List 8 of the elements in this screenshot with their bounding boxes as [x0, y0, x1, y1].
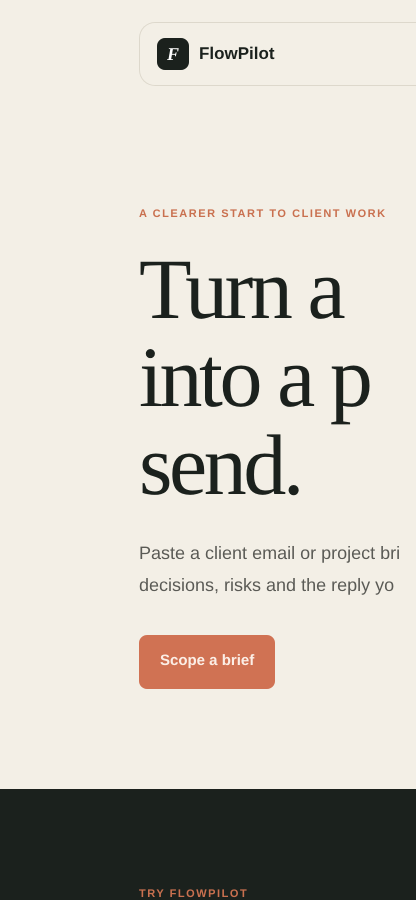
hero-description-line: Paste a client email or project bri — [139, 542, 400, 565]
eyebrow-text: A CLEARER START TO CLIENT WORK — [139, 207, 387, 222]
logo-icon: F — [157, 38, 189, 70]
hero-heading-line: send. — [139, 420, 301, 508]
brand-name[interactable]: FlowPilot — [199, 41, 275, 67]
hero-heading-line: Turn a — [139, 244, 342, 332]
section-eyebrow: TRY FLOWPILOT — [139, 888, 248, 900]
hero-description-line: decisions, risks and the reply yo — [139, 574, 394, 597]
